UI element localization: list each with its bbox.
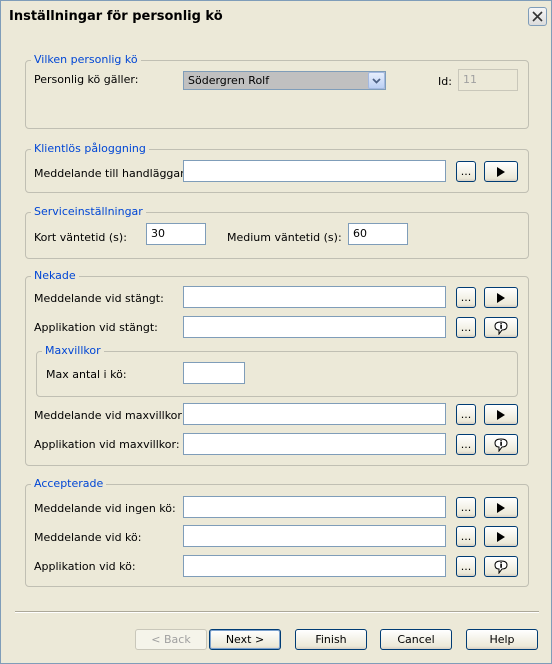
short-wait-label: Kort väntetid (s): xyxy=(34,231,127,244)
message-to-handler-label: Meddelande till handläggare: xyxy=(34,167,195,180)
next-button[interactable]: Next > xyxy=(209,629,281,650)
info-bubble-icon xyxy=(494,437,508,452)
group-legend: Maxvillkor xyxy=(42,344,104,357)
queue-select[interactable]: Södergren Rolf xyxy=(183,71,386,90)
browse-button[interactable]: ... xyxy=(456,526,476,547)
info-bubble-icon xyxy=(494,320,508,335)
play-button[interactable] xyxy=(484,526,518,547)
msg-queue-label: Meddelande vid kö: xyxy=(34,531,142,544)
msg-noqueue-label: Meddelande vid ingen kö: xyxy=(34,502,176,515)
play-icon xyxy=(497,166,505,177)
browse-button[interactable]: ... xyxy=(456,317,476,338)
dropdown-button[interactable] xyxy=(368,72,385,89)
application-button[interactable] xyxy=(484,317,518,338)
play-button[interactable] xyxy=(484,404,518,425)
play-button[interactable] xyxy=(484,497,518,518)
group-legend: Klientlös påloggning xyxy=(31,142,149,155)
browse-button[interactable]: ... xyxy=(456,161,476,182)
msg-max-label: Meddelande vid maxvillkor: xyxy=(34,409,186,422)
app-max-input[interactable] xyxy=(183,433,446,455)
app-queue-input[interactable] xyxy=(183,555,446,577)
group-legend: Serviceinställningar xyxy=(31,205,146,218)
app-closed-label: Applikation vid stängt: xyxy=(34,321,158,334)
app-closed-input[interactable] xyxy=(183,316,446,338)
dialog-window: Inställningar för personlig kö Vilken pe… xyxy=(0,0,552,664)
message-to-handler-input[interactable] xyxy=(183,160,446,182)
browse-button[interactable]: ... xyxy=(456,497,476,518)
play-icon xyxy=(497,502,505,513)
cancel-button[interactable]: Cancel xyxy=(380,629,452,650)
group-legend: Nekade xyxy=(31,269,79,282)
window-title: Inställningar för personlig kö xyxy=(9,9,223,24)
id-label: Id: xyxy=(438,75,452,88)
separator xyxy=(15,611,539,613)
msg-closed-label: Meddelande vid stängt: xyxy=(34,292,164,305)
play-button[interactable] xyxy=(484,287,518,308)
max-count-label: Max antal i kö: xyxy=(46,368,127,381)
msg-noqueue-input[interactable] xyxy=(183,496,446,518)
info-bubble-icon xyxy=(494,559,508,574)
finish-button[interactable]: Finish xyxy=(295,629,367,650)
medium-wait-label: Medium väntetid (s): xyxy=(227,231,342,244)
medium-wait-input[interactable]: 60 xyxy=(348,223,408,245)
msg-queue-input[interactable] xyxy=(183,525,446,547)
max-count-input[interactable] xyxy=(183,362,245,384)
browse-button[interactable]: ... xyxy=(456,556,476,577)
queue-label: Personlig kö gäller: xyxy=(34,73,139,86)
chevron-down-icon xyxy=(372,77,381,84)
app-max-label: Applikation vid maxvillkor: xyxy=(34,438,180,451)
play-icon xyxy=(497,531,505,542)
app-queue-label: Applikation vid kö: xyxy=(34,560,136,573)
close-button[interactable] xyxy=(528,7,547,26)
msg-max-input[interactable] xyxy=(183,403,446,425)
help-button[interactable]: Help xyxy=(466,629,538,650)
application-button[interactable] xyxy=(484,556,518,577)
title-bar: Inställningar för personlig kö xyxy=(1,1,551,32)
close-icon xyxy=(532,11,543,22)
play-icon xyxy=(497,409,505,420)
application-button[interactable] xyxy=(484,434,518,455)
play-button[interactable] xyxy=(484,161,518,182)
msg-closed-input[interactable] xyxy=(183,286,446,308)
browse-button[interactable]: ... xyxy=(456,434,476,455)
play-icon xyxy=(497,292,505,303)
browse-button[interactable]: ... xyxy=(456,404,476,425)
group-legend: Accepterade xyxy=(31,477,107,490)
id-field: 11 xyxy=(458,69,518,91)
group-legend: Vilken personlig kö xyxy=(31,53,141,66)
short-wait-input[interactable]: 30 xyxy=(146,223,206,245)
queue-select-value: Södergren Rolf xyxy=(188,74,270,87)
browse-button[interactable]: ... xyxy=(456,287,476,308)
back-button[interactable]: < Back xyxy=(135,629,207,650)
